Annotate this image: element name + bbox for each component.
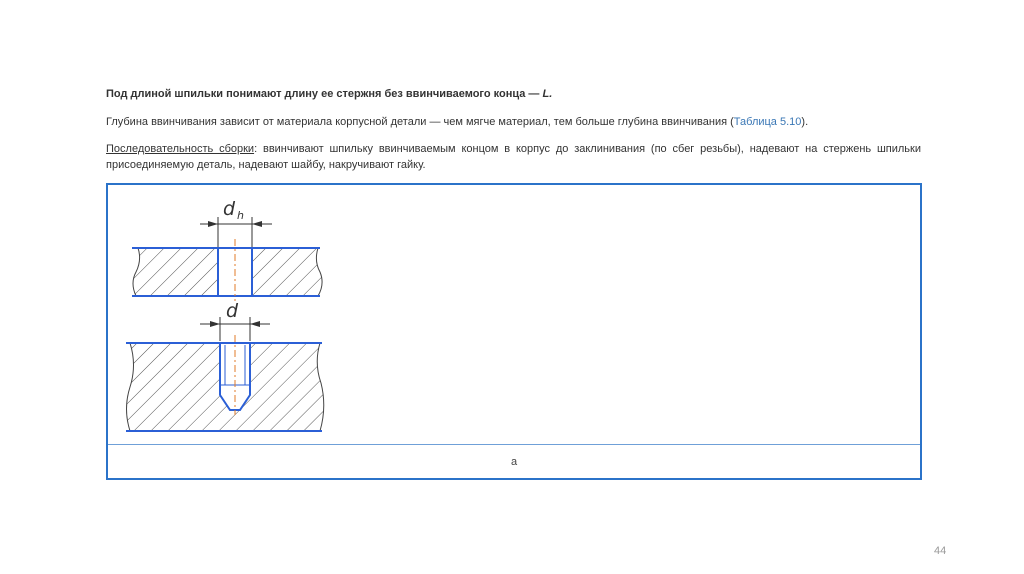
dimension-dh: d h bbox=[200, 198, 272, 247]
slide: Под длиной шпильки понимают длину ее сте… bbox=[0, 0, 1024, 574]
d-label: d bbox=[226, 300, 239, 322]
p3-term: Последовательность сборки bbox=[106, 143, 255, 155]
d-arrow-right bbox=[250, 321, 260, 327]
figure-caption: а bbox=[510, 456, 518, 468]
paragraph-screw-depth: Глубина ввинчивания зависит от материала… bbox=[106, 114, 921, 130]
p2-end: ). bbox=[801, 116, 809, 128]
dimension-d: d bbox=[200, 300, 270, 341]
bottom-body bbox=[126, 335, 325, 432]
p1-symbol: L. bbox=[542, 88, 553, 100]
paragraph-stud-length: Под длиной шпильки понимают длину ее сте… bbox=[106, 86, 921, 102]
top-plate-left-hatch bbox=[132, 247, 219, 297]
table-link[interactable]: Таблица 5.10 bbox=[734, 116, 802, 128]
caption-row: а bbox=[108, 444, 920, 479]
p1-text: Под длиной шпильки понимают длину ее сте… bbox=[106, 88, 543, 100]
figure-drawing: d h d bbox=[108, 185, 920, 444]
d-arrow-left bbox=[210, 321, 220, 327]
p2-text: Глубина ввинчивания зависит от материала… bbox=[106, 116, 734, 128]
dh-subscript: h bbox=[237, 209, 244, 222]
figure-frame: d h d а bbox=[106, 183, 922, 480]
top-plate bbox=[132, 239, 323, 301]
stud-drawing-svg: d h d bbox=[126, 198, 325, 432]
dh-label: d bbox=[223, 198, 236, 220]
paragraph-assembly-sequence: Последовательность сборки: ввинчивают шп… bbox=[106, 141, 921, 173]
dh-arrow-right bbox=[252, 221, 262, 227]
top-plate-right-hatch bbox=[251, 247, 323, 297]
dh-arrow-left bbox=[208, 221, 218, 227]
page-number: 44 bbox=[934, 545, 947, 557]
